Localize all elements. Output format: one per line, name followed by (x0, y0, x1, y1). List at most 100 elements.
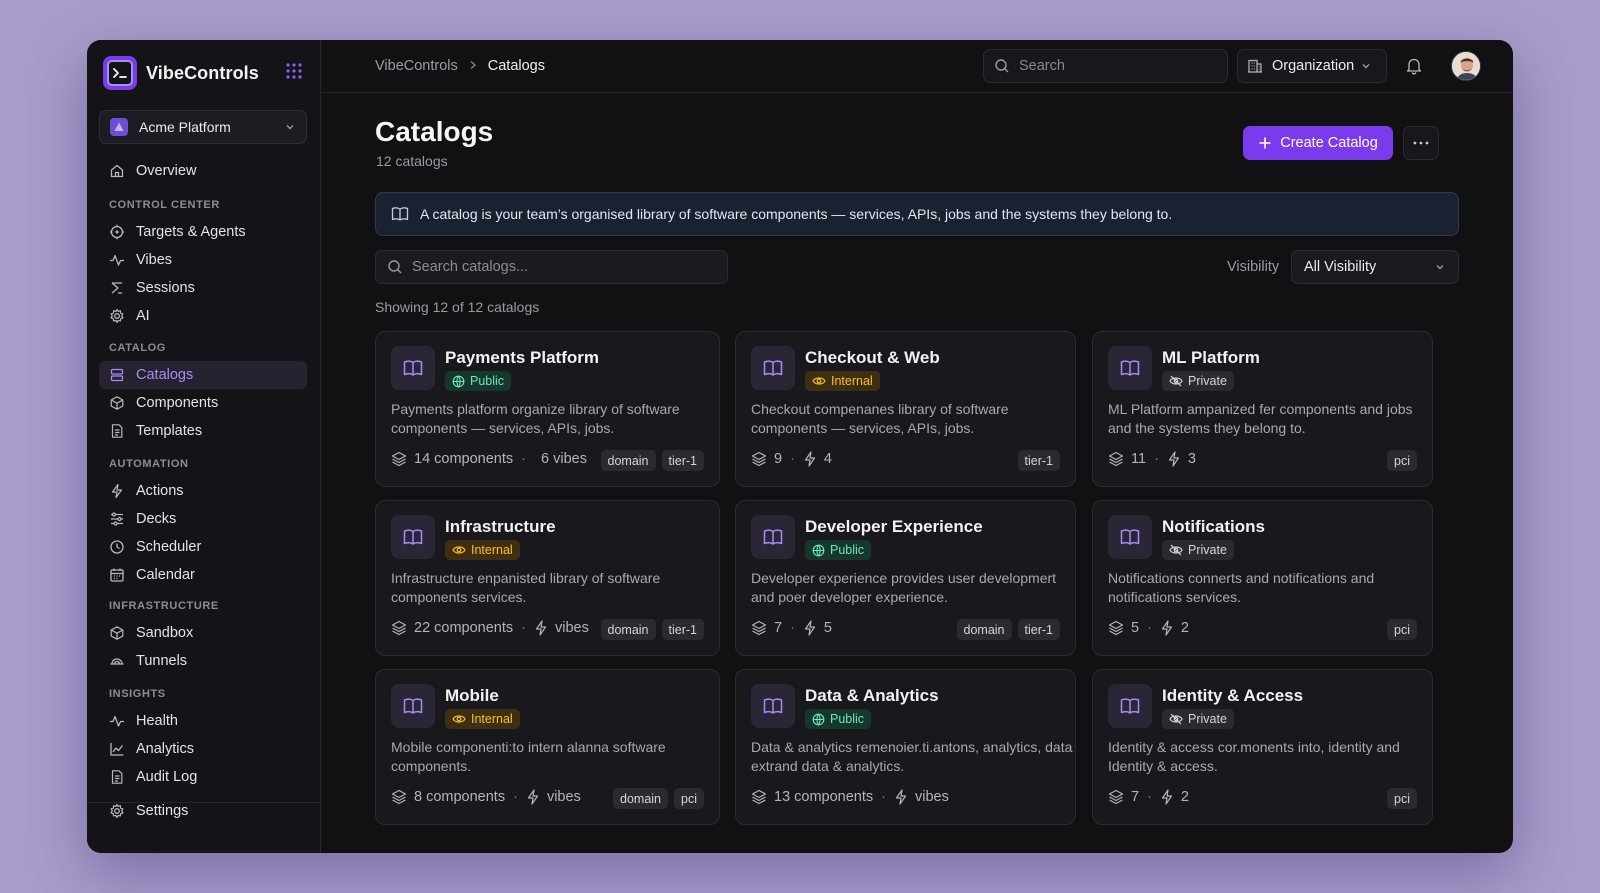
layers-icon (391, 620, 407, 636)
chevron-down-icon (286, 125, 294, 130)
sidebar-item-label: Targets & Agents (136, 224, 246, 240)
cube-icon (110, 396, 124, 410)
brand-name: VibeControls (146, 62, 259, 83)
catalog-tag: tier-1 (1017, 450, 1060, 471)
breadcrumb-root-link[interactable]: VibeControls (375, 58, 458, 74)
catalog-tag: domain (600, 619, 656, 640)
app-grid-icon[interactable] (285, 62, 303, 85)
sidebar-item-ai[interactable]: AI (99, 302, 307, 330)
catalog-title[interactable]: Infrastructure (445, 517, 556, 537)
info-banner: A catalog is your team’s organised libra… (375, 192, 1459, 236)
catalog-description: Mobile componenti:to intern alanna softw… (391, 739, 666, 774)
sidebar-item-tunnels[interactable]: Tunnels (99, 647, 307, 675)
sidebar-item-sandbox[interactable]: Sandbox (99, 619, 307, 647)
catalog-card[interactable]: Data & Analytics Public Data & analytics… (735, 669, 1076, 825)
eye-off-icon (1169, 544, 1183, 556)
catalog-card[interactable]: Identity & Access Private Identity & acc… (1092, 669, 1433, 825)
catalog-icon-box (391, 515, 435, 559)
sidebar: VibeControls Acme Platform Overview CONT… (87, 40, 321, 853)
sidebar-item-health[interactable]: Health (99, 707, 307, 735)
catalog-card[interactable]: Notifications Private Notifications conn… (1092, 500, 1433, 656)
chevron-down-icon (1362, 64, 1370, 69)
visibility-badge-label: Internal (471, 712, 513, 726)
catalog-card[interactable]: Checkout & Web Internal Checkout compena… (735, 331, 1076, 487)
sidebar-item-label: Settings (136, 803, 189, 819)
sidebar-item-audit-log[interactable]: Audit Log (99, 763, 307, 791)
section-catalog: CATALOG (109, 342, 166, 354)
visibility-badge-label: Private (1188, 374, 1227, 388)
sidebar-item-decks[interactable]: Decks (99, 505, 307, 533)
meta-separator: · (1147, 620, 1152, 636)
sidebar-item-sessions[interactable]: Sessions (99, 274, 307, 302)
avatar[interactable] (1451, 51, 1481, 81)
sidebar-item-settings[interactable]: Settings (99, 797, 307, 825)
section-insights: INSIGHTS (109, 688, 166, 700)
gear-icon (110, 803, 124, 819)
pulse-icon (110, 715, 124, 727)
org-selector[interactable]: Acme Platform (99, 110, 307, 144)
catalog-meta: 14 components · 6 vibes (391, 451, 587, 467)
sidebar-item-calendar[interactable]: Calendar (99, 561, 307, 589)
catalog-title[interactable]: Identity & Access (1162, 686, 1303, 706)
visibility-badge: Internal (805, 371, 880, 391)
sidebar-item-label: Catalogs (136, 367, 194, 383)
catalog-icon-box (751, 684, 795, 728)
catalog-description: Developer experience provides user devel… (751, 570, 1057, 605)
create-catalog-button[interactable]: Create Catalog (1243, 126, 1393, 160)
catalog-title[interactable]: Notifications (1162, 517, 1265, 537)
catalog-title[interactable]: Payments Platform (445, 348, 599, 368)
visibility-label: Visibility (1227, 259, 1280, 275)
book-open-icon (403, 360, 423, 376)
vibes-count: 5 (823, 620, 832, 636)
clock-icon (110, 540, 124, 554)
catalog-card[interactable]: Mobile Internal Mobile componenti:to int… (375, 669, 720, 825)
catalog-card[interactable]: ML Platform Private ML Platform ampanize… (1092, 331, 1433, 487)
sidebar-item-targets-agents[interactable]: Targets & Agents (99, 218, 307, 246)
sidebar-item-scheduler[interactable]: Scheduler (99, 533, 307, 561)
layers-icon (751, 451, 767, 467)
sidebar-item-overview[interactable]: Overview (99, 157, 307, 185)
calendar-icon (110, 568, 124, 582)
catalog-title[interactable]: Developer Experience (805, 517, 983, 537)
layers-icon (751, 620, 767, 636)
sidebar-item-label: Sandbox (136, 625, 194, 641)
brand[interactable]: VibeControls (103, 56, 259, 90)
page-subtitle: 12 catalogs (376, 153, 448, 169)
catalog-title[interactable]: Checkout & Web (805, 348, 940, 368)
organization-button[interactable]: Organization (1237, 49, 1387, 83)
catalog-card[interactable]: Payments Platform Public Payments platfo… (375, 331, 720, 487)
components-count: 7 (1131, 789, 1140, 805)
eye-off-icon (1169, 713, 1183, 725)
sidebar-item-actions[interactable]: Actions (99, 477, 307, 505)
book-open-icon (763, 360, 783, 376)
visibility-badge-label: Private (1188, 712, 1227, 726)
sidebar-item-label: Templates (136, 423, 203, 439)
sidebar-item-components[interactable]: Components (99, 389, 307, 417)
sidebar-item-label: Decks (136, 511, 177, 527)
eye-icon (452, 546, 466, 554)
catalog-search-input[interactable]: Search catalogs... (375, 250, 728, 284)
vibes-count: vibes (555, 620, 589, 636)
catalog-title[interactable]: Data & Analytics (805, 686, 939, 706)
document-icon (111, 770, 123, 784)
global-search-input[interactable]: Search (983, 49, 1228, 83)
catalog-meta: 11 · 3 (1108, 451, 1196, 467)
section-infrastructure: INFRASTRUCTURE (109, 600, 219, 612)
catalog-title[interactable]: ML Platform (1162, 348, 1260, 368)
meta-separator: · (1147, 789, 1152, 805)
catalog-tag: pci (1387, 788, 1417, 809)
catalog-card[interactable]: Developer Experience Public Developer ex… (735, 500, 1076, 656)
bell-icon[interactable] (1405, 56, 1423, 80)
catalog-card[interactable]: Infrastructure Internal Infrastructure e… (375, 500, 720, 656)
sidebar-item-templates[interactable]: Templates (99, 417, 307, 445)
pulse-icon (110, 254, 124, 266)
more-options-button[interactable] (1403, 126, 1439, 160)
sidebar-item-catalogs[interactable]: Catalogs (99, 361, 307, 389)
catalog-tag: pci (674, 788, 704, 809)
catalog-title[interactable]: Mobile (445, 686, 499, 706)
visibility-select[interactable]: All Visibility (1291, 250, 1459, 284)
visibility-badge: Public (805, 709, 872, 729)
sidebar-item-vibes[interactable]: Vibes (99, 246, 307, 274)
document-icon (111, 424, 123, 438)
sidebar-item-analytics[interactable]: Analytics (99, 735, 307, 763)
